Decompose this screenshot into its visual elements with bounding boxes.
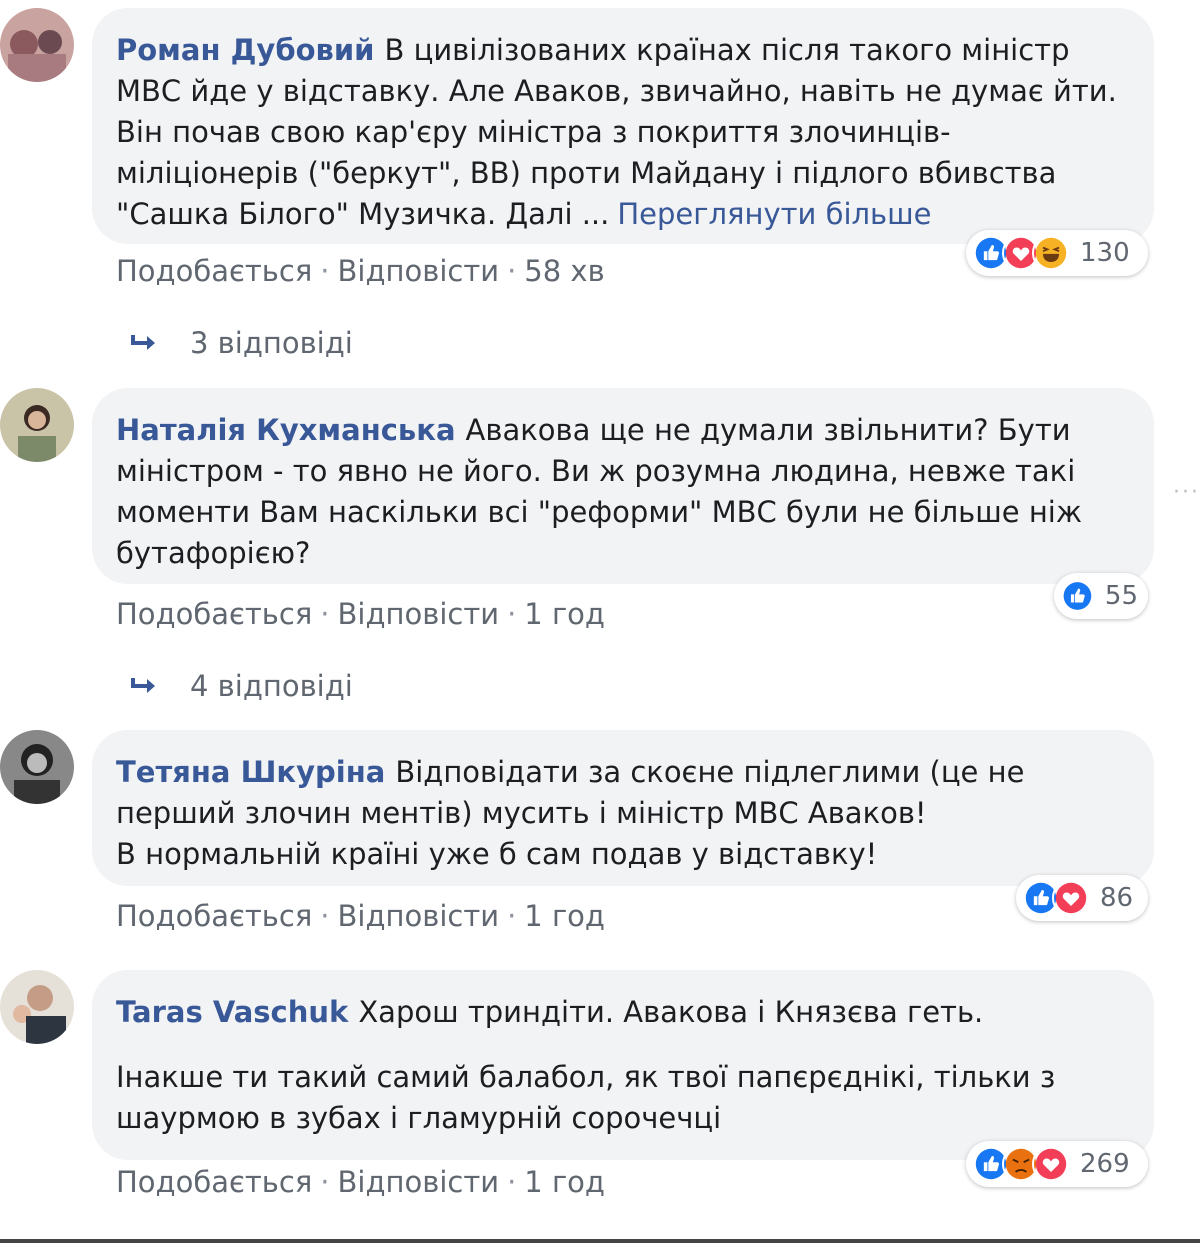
timestamp[interactable]: 58 хв xyxy=(524,254,604,288)
comment-bubble: Роман Дубовий В цивілізованих країнах піс… xyxy=(92,8,1154,244)
timestamp[interactable]: 1 год xyxy=(524,597,605,631)
comment-bubble: Тетяна Шкуріна Відповідати за скоєне підл… xyxy=(92,730,1154,886)
reaction-count: 86 xyxy=(1100,883,1134,913)
comment-actions: Подобається · Відповісти · 1 год xyxy=(116,1165,605,1199)
love-icon xyxy=(1032,1145,1070,1183)
like-button[interactable]: Подобається xyxy=(116,597,312,631)
haha-icon xyxy=(1032,234,1070,272)
love-icon xyxy=(1052,879,1090,917)
separator: · xyxy=(320,1165,330,1199)
reaction-count: 55 xyxy=(1104,581,1138,611)
comment-author[interactable]: Тетяна Шкуріна xyxy=(116,755,385,789)
comment-bubble: Taras Vaschuk Харош триндіти. Авакова і К… xyxy=(92,970,1154,1160)
timestamp[interactable]: 1 год xyxy=(524,899,605,933)
reaction-count: 130 xyxy=(1080,238,1130,268)
view-replies-link[interactable]: 3 відповіді xyxy=(130,326,353,360)
separator: · xyxy=(507,1165,517,1199)
reply-button[interactable]: Відповісти xyxy=(338,1165,500,1199)
reply-button[interactable]: Відповісти xyxy=(338,597,500,631)
more-options-icon[interactable]: ··· xyxy=(1173,480,1200,505)
avatar[interactable] xyxy=(0,8,74,82)
reply-arrow-icon xyxy=(131,335,155,350)
replies-count[interactable]: 3 відповіді xyxy=(190,326,353,360)
avatar[interactable] xyxy=(0,388,74,462)
like-button[interactable]: Подобається xyxy=(116,1165,312,1199)
separator: · xyxy=(320,899,330,933)
reactions-summary[interactable]: 269 xyxy=(966,1141,1148,1187)
separator: · xyxy=(507,254,517,288)
comment-author[interactable]: Роман Дубовий xyxy=(116,33,374,67)
like-icon xyxy=(1060,577,1095,615)
separator: · xyxy=(507,899,517,933)
reply-button[interactable]: Відповісти xyxy=(338,899,500,933)
separator: · xyxy=(507,597,517,631)
comment-text-paragraph-2: Інакше ти такий самий балабол, як твої п… xyxy=(116,1060,1056,1135)
comment-author[interactable]: Taras Vaschuk xyxy=(116,995,348,1029)
reply-button[interactable]: Відповісти xyxy=(338,254,500,288)
reactions-summary[interactable]: 86 xyxy=(1016,875,1148,921)
view-replies-link[interactable]: 4 відповіді xyxy=(130,669,353,703)
avatar[interactable] xyxy=(0,970,74,1044)
separator: · xyxy=(320,254,330,288)
reactions-summary[interactable]: 130 xyxy=(966,230,1148,276)
comment-text: Харош триндіти. Авакова і Князєва геть. xyxy=(358,995,984,1029)
reactions-summary[interactable]: 55 xyxy=(1054,573,1148,619)
comment-actions: Подобається · Відповісти · 58 хв xyxy=(116,254,605,288)
see-more-link[interactable]: Переглянути більше xyxy=(617,197,931,231)
timestamp[interactable]: 1 год xyxy=(524,1165,605,1199)
bottom-border xyxy=(0,1239,1200,1243)
reaction-count: 269 xyxy=(1080,1149,1130,1179)
comment-author[interactable]: Наталія Кухманська xyxy=(116,413,456,447)
comment-actions: Подобається · Відповісти · 1 год xyxy=(116,899,605,933)
replies-count[interactable]: 4 відповіді xyxy=(190,669,353,703)
avatar[interactable] xyxy=(0,730,74,804)
like-button[interactable]: Подобається xyxy=(116,254,312,288)
comment-bubble: Наталія Кухманська Авакова ще не думали з… xyxy=(92,388,1154,584)
reply-arrow-icon xyxy=(131,678,155,693)
comment-actions: Подобається · Відповісти · 1 год xyxy=(116,597,605,631)
separator: · xyxy=(320,597,330,631)
like-button[interactable]: Подобається xyxy=(116,899,312,933)
